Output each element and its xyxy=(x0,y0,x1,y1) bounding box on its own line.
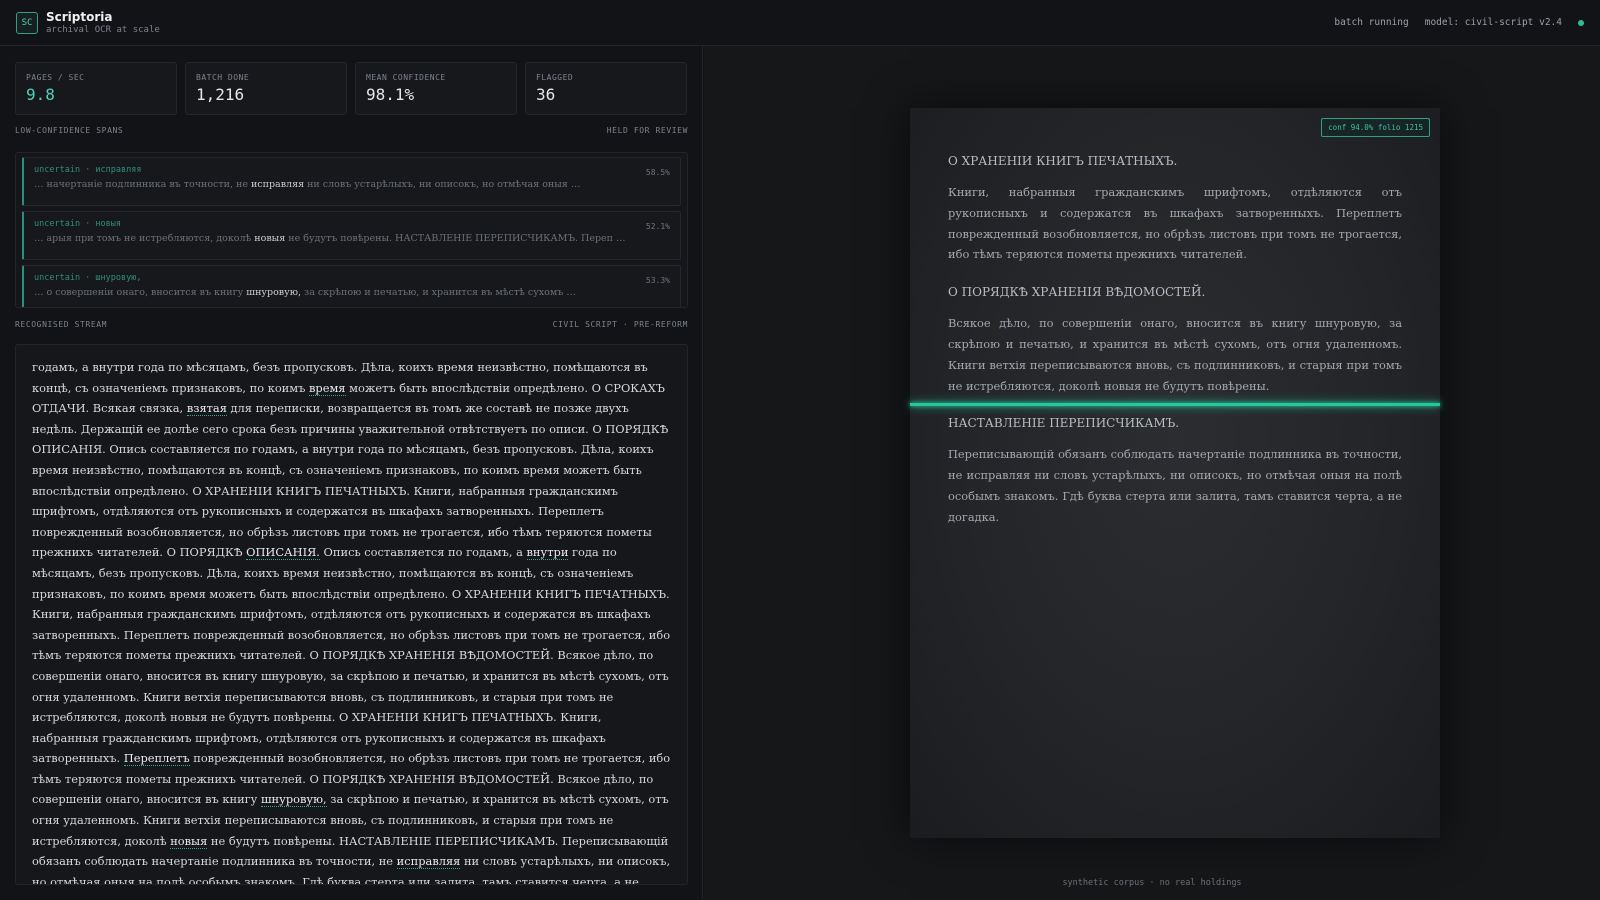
flagged-word[interactable]: ОПИСАНІЯ. xyxy=(246,545,320,561)
flagged-word[interactable]: новыя xyxy=(170,833,208,849)
stat-flagged: FLAGGED 36 xyxy=(525,62,687,115)
app-subtitle: archival OCR at scale xyxy=(46,24,160,35)
brand: Scriptoria archival OCR at scale xyxy=(46,10,160,36)
batch-status: batch running xyxy=(1334,17,1409,28)
span-context: … начертаніе подлинника въ точности, не … xyxy=(34,179,670,190)
section-title: LOW-CONFIDENCE SPANS xyxy=(15,126,124,135)
section-note: HELD FOR REVIEW xyxy=(606,126,688,135)
scan-line xyxy=(910,403,1440,406)
footer-note: synthetic corpus · no real holdings xyxy=(1062,878,1242,888)
recognised-stream[interactable]: годамъ, а внутри года по мѣсяцамъ, безъ … xyxy=(15,344,688,885)
section-title: RECOGNISED STREAM xyxy=(15,320,108,329)
stream-segment: года по мѣсяцамъ, безъ пропусковъ. Дѣла,… xyxy=(32,545,671,766)
stat-pages-per-sec: PAGES / SEC 9.8 xyxy=(15,62,177,115)
context-before: … о совершеніи онаго, вносится въ книгу xyxy=(34,287,247,298)
left-panel: PAGES / SEC 9.8 BATCH DONE 1,216 MEAN CO… xyxy=(0,46,703,900)
stat-value: 98.1% xyxy=(366,85,415,104)
stat-label: BATCH DONE xyxy=(196,73,250,82)
context-after: ни словъ устарѣлыхъ, ни описокъ, но отмѣ… xyxy=(304,179,581,190)
context-after: не будутъ повѣрены. НАСТАВЛЕНІЕ ПЕРЕПИСЧ… xyxy=(285,233,626,244)
flagged-word[interactable]: Переплетъ xyxy=(123,751,190,767)
page-heading: О ХРАНЕНІИ КНИГЪ ПЕЧАТНЫХЪ. xyxy=(948,154,1178,168)
low-confidence-header: LOW-CONFIDENCE SPANS HELD FOR REVIEW xyxy=(15,126,688,135)
uncertain-word: исправляя xyxy=(250,179,305,190)
confidence-badge: conf 94.0% folio 1215 xyxy=(1321,118,1430,137)
context-before: … арыя при томъ не истребляются, доколѣ xyxy=(34,233,255,244)
stat-batch-done: BATCH DONE 1,216 xyxy=(185,62,347,115)
list-item[interactable]: uncertain · исправляя 58.5% … начертаніе… xyxy=(22,157,681,206)
span-tag: uncertain · шнуровую, xyxy=(34,273,142,283)
status-area: batch running model: civil-script v2.4 xyxy=(1334,17,1584,28)
stats-row: PAGES / SEC 9.8 BATCH DONE 1,216 MEAN CO… xyxy=(15,62,687,115)
top-bar: SC Scriptoria archival OCR at scale batc… xyxy=(0,0,1600,46)
stat-value: 1,216 xyxy=(196,85,245,104)
stream-text: годамъ, а внутри года по мѣсяцамъ, безъ … xyxy=(32,357,671,884)
stat-value: 36 xyxy=(536,85,556,104)
stat-label: FLAGGED xyxy=(536,73,574,82)
page-heading: НАСТАВЛЕНІЕ ПЕРЕПИСЧИКАМЪ. xyxy=(948,416,1180,431)
span-context: … о совершеніи онаго, вносится въ книгу … xyxy=(34,287,670,298)
span-tag: uncertain · новыя xyxy=(34,219,121,229)
stat-mean-confidence: MEAN CONFIDENCE 98.1% xyxy=(355,62,517,115)
model-label: model: civil-script v2.4 xyxy=(1424,17,1562,28)
list-item[interactable]: uncertain · шнуровую, 53.3% … о совершен… xyxy=(22,265,681,307)
list-item[interactable]: uncertain · новыя 52.1% … арыя при томъ … xyxy=(22,211,681,260)
flagged-word[interactable]: взятая xyxy=(186,401,227,417)
span-confidence: 58.5% xyxy=(645,168,670,177)
stream-header: RECOGNISED STREAM CIVIL SCRIPT · PRE-REF… xyxy=(15,320,688,329)
page-paragraph: Всякое дѣло, по совершеніи онаго, вносит… xyxy=(948,316,1402,393)
scanned-page[interactable]: conf 94.0% folio 1215 О ХРАНЕНІИ КНИГЪ П… xyxy=(910,108,1440,838)
page-viewer[interactable]: conf 94.0% folio 1215 О ХРАНЕНІИ КНИГЪ П… xyxy=(704,46,1600,900)
app-title: Scriptoria xyxy=(46,9,113,24)
span-confidence: 53.3% xyxy=(645,276,670,285)
app-logo: SC xyxy=(16,11,38,34)
flagged-word[interactable]: исправляя xyxy=(396,854,461,870)
low-confidence-list[interactable]: uncertain · исправляя 58.5% … начертаніе… xyxy=(15,152,688,308)
stat-label: PAGES / SEC xyxy=(26,73,85,82)
flagged-word[interactable]: внутри xyxy=(526,545,569,561)
context-before: … начертаніе подлинника въ точности, не xyxy=(34,179,251,190)
stat-value: 9.8 xyxy=(26,85,55,104)
stat-label: MEAN CONFIDENCE xyxy=(366,73,446,82)
span-tag: uncertain · исправляя xyxy=(34,165,142,175)
uncertain-word: шнуровую, xyxy=(246,287,302,298)
span-context: … арыя при томъ не истребляются, доколѣ … xyxy=(34,233,670,244)
stream-segment: Опись составляется по годамъ, а xyxy=(319,545,527,560)
page-heading: О ПОРЯДКѢ ХРАНЕНІЯ ВѢДОМОСТЕЙ. xyxy=(948,285,1206,300)
flagged-word[interactable]: шнуровую, xyxy=(260,792,327,808)
page-paragraph: Книги, набранныя гражданскимъ шрифтомъ, … xyxy=(948,185,1402,262)
span-confidence: 52.1% xyxy=(645,222,670,231)
page-paragraph: Переписывающій обязанъ соблюдать начерта… xyxy=(948,447,1402,524)
uncertain-word: новыя xyxy=(254,233,286,244)
stream-segment: для переписки, возвращается въ томъ же с… xyxy=(32,401,669,560)
section-note: CIVIL SCRIPT · PRE-REFORM xyxy=(552,320,688,329)
flagged-word[interactable]: время xyxy=(309,380,346,396)
context-after: за скрѣпою и печатью, и хранится въ мѣст… xyxy=(301,287,576,298)
status-dot-icon xyxy=(1578,19,1584,26)
